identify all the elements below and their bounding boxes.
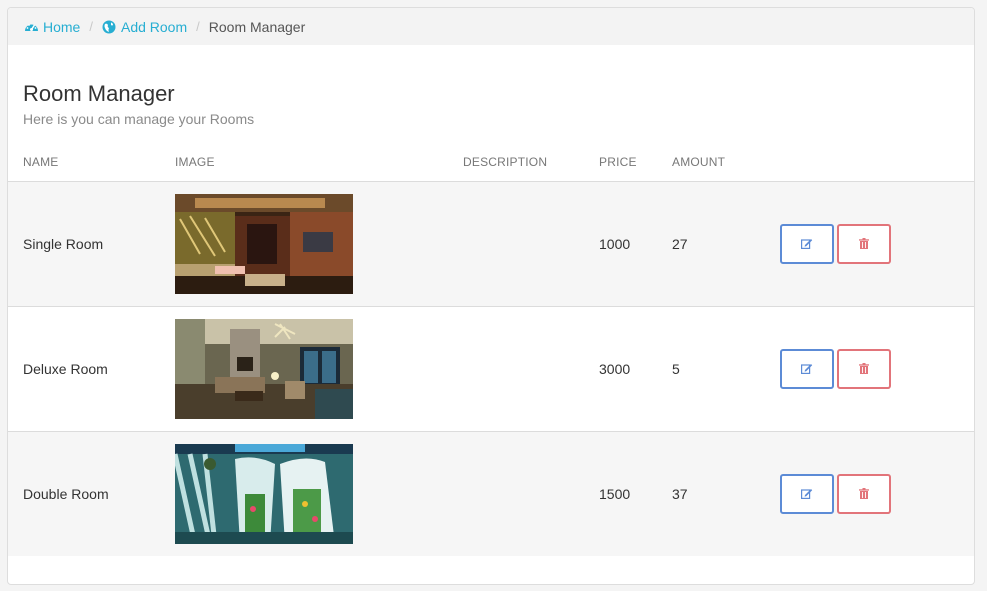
trash-icon [859, 486, 869, 502]
breadcrumb-separator: / [89, 19, 93, 34]
delete-button[interactable] [837, 223, 891, 264]
room-price: 3000 [599, 360, 631, 377]
room-name: Single Room [23, 235, 104, 252]
breadcrumb-separator: / [196, 19, 200, 34]
delete-button[interactable] [837, 473, 891, 514]
page-header: Room Manager Here is you can manage your… [8, 45, 974, 143]
trash-icon [859, 361, 869, 377]
column-header-price: PRICE [599, 143, 672, 182]
room-name: Double Room [23, 485, 109, 502]
breadcrumb-add-room-label: Add Room [120, 18, 188, 35]
edit-button[interactable] [780, 473, 834, 514]
room-manager-card: Home / Add Room / Room Manager Room Mana… [7, 7, 975, 585]
room-amount: 27 [672, 235, 688, 252]
breadcrumb: Home / Add Room / Room Manager [8, 8, 974, 45]
table-header-row: NAME IMAGE DESCRIPTION PRICE AMOUNT [8, 143, 974, 182]
room-amount: 37 [672, 485, 688, 502]
room-price: 1500 [599, 485, 631, 502]
column-header-name: NAME [8, 143, 175, 182]
room-description [463, 306, 599, 431]
dashboard-icon [24, 20, 38, 34]
room-price: 1000 [599, 235, 631, 252]
page-title: Room Manager [23, 81, 175, 106]
table-row: Single Room 1000 27 [8, 181, 974, 306]
breadcrumb-home-label: Home [43, 18, 81, 35]
table-row: Double Room 1500 37 [8, 431, 974, 556]
edit-button[interactable] [780, 348, 834, 389]
double-room-photo [175, 443, 353, 544]
table-row: Deluxe Room 3000 5 [8, 306, 974, 431]
column-header-description: DESCRIPTION [463, 143, 599, 182]
room-description [463, 431, 599, 556]
globe-icon [102, 20, 116, 34]
room-description [463, 181, 599, 306]
room-name: Deluxe Room [23, 360, 108, 377]
page-subtitle: Here is you can manage your Rooms [23, 111, 255, 127]
single-room-photo [175, 193, 353, 294]
edit-icon [801, 361, 813, 377]
deluxe-room-photo [175, 318, 353, 419]
edit-icon [801, 486, 813, 502]
column-header-amount: AMOUNT [672, 143, 780, 182]
delete-button[interactable] [837, 348, 891, 389]
column-header-image: IMAGE [175, 143, 463, 182]
edit-button[interactable] [780, 223, 834, 264]
trash-icon [859, 236, 869, 252]
edit-icon [801, 236, 813, 252]
breadcrumb-current: Room Manager [208, 18, 306, 35]
rooms-table: NAME IMAGE DESCRIPTION PRICE AMOUNT Sing… [8, 143, 974, 556]
column-header-actions [780, 143, 974, 182]
breadcrumb-home[interactable]: Home [24, 19, 80, 35]
room-amount: 5 [672, 360, 680, 377]
breadcrumb-add-room[interactable]: Add Room [102, 19, 187, 35]
